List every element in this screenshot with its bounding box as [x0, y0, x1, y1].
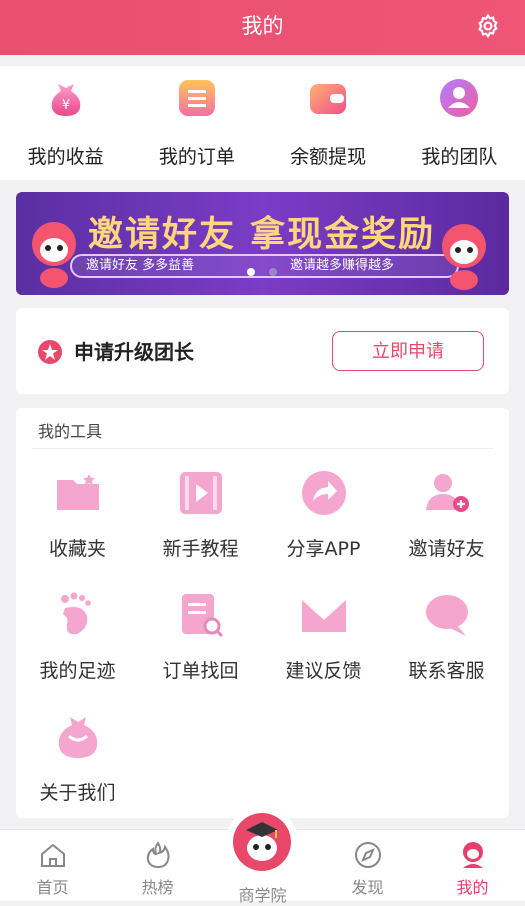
upgrade-text: 申请升级团长	[74, 340, 194, 364]
tab-discover[interactable]: 发现	[315, 840, 420, 898]
money-bag-icon: ¥	[51, 84, 80, 116]
chat-icon	[425, 595, 468, 636]
apply-now-button[interactable]: 立即申请	[332, 331, 484, 371]
tab-home-label: 首页	[36, 878, 69, 897]
tool-share-label: 分享APP	[286, 538, 361, 560]
carousel-dot[interactable]	[269, 268, 277, 276]
svg-text:¥: ¥	[61, 98, 69, 113]
my-orders-item[interactable]: 我的订单	[131, 66, 262, 180]
top-bar: 我的	[0, 0, 525, 55]
footprint-icon	[60, 592, 91, 635]
invite-user-icon	[425, 474, 469, 512]
my-earnings-item[interactable]: ¥ 我的收益	[0, 66, 131, 180]
star-badge-icon	[38, 340, 62, 364]
banner-sub-left: 邀请好友 多多益善	[86, 258, 195, 273]
settings-gear-icon[interactable]	[475, 13, 501, 39]
compass-icon	[354, 842, 381, 868]
tab-academy-label: 商学院	[238, 886, 287, 905]
tab-academy[interactable]: 商学院	[210, 882, 315, 906]
profile-icon	[462, 842, 483, 868]
tool-order-recovery[interactable]: 订单找回	[139, 590, 262, 683]
tool-tutorial-label: 新手教程	[162, 538, 239, 560]
mascot-left-icon	[32, 222, 76, 288]
tab-hot-label: 热榜	[141, 878, 174, 897]
tool-about-us[interactable]: 关于我们	[16, 712, 139, 805]
tool-footprint[interactable]: 我的足迹	[16, 590, 139, 683]
my-tools-panel: 我的工具 收藏夹 新手教程 分享APP 邀请好友 我的足迹 订单找回 建议反馈 …	[16, 408, 509, 818]
tool-footprint-label: 我的足迹	[39, 660, 116, 682]
share-icon	[301, 471, 346, 515]
video-tutorial-icon	[179, 472, 222, 514]
quick-actions: ¥ 我的收益 我的订单 余额提现 我的团队	[0, 66, 525, 180]
tab-home[interactable]: 首页	[0, 840, 105, 898]
flame-icon	[146, 841, 170, 869]
about-bag-icon	[58, 717, 97, 758]
order-list-icon	[178, 80, 215, 116]
tool-favorites[interactable]: 收藏夹	[16, 468, 139, 561]
my-team-label: 我的团队	[421, 146, 498, 168]
upgrade-card: 申请升级团长 立即申请	[16, 308, 509, 394]
graduation-mascot-icon	[233, 813, 291, 871]
wallet-icon	[310, 84, 347, 114]
home-icon	[40, 843, 65, 867]
academy-center-button[interactable]	[226, 806, 298, 878]
carousel-dot-active[interactable]	[247, 268, 255, 276]
banner-subtitle: 邀请好友 多多益善 邀请越多赚得越多	[70, 254, 459, 278]
tool-feedback[interactable]: 建议反馈	[262, 590, 385, 683]
tool-invite[interactable]: 邀请好友	[385, 468, 508, 561]
tool-order-recovery-label: 订单找回	[162, 660, 239, 682]
withdraw-label: 余额提现	[290, 146, 367, 168]
my-orders-label: 我的订单	[158, 146, 235, 168]
tab-mine-label: 我的	[456, 878, 489, 897]
invite-banner[interactable]: 邀请好友 拿现金奖励 邀请好友 多多益善 邀请越多赚得越多	[16, 192, 509, 295]
mascot-right-icon	[442, 224, 486, 290]
feedback-icon	[301, 600, 346, 632]
tool-customer-service-label: 联系客服	[408, 660, 485, 682]
tool-customer-service[interactable]: 联系客服	[385, 590, 508, 683]
order-search-icon	[181, 594, 223, 638]
my-earnings-label: 我的收益	[27, 146, 104, 168]
folder-icon	[56, 474, 99, 510]
page-title: 我的	[241, 14, 284, 38]
withdraw-item[interactable]: 余额提现	[263, 66, 394, 180]
team-icon	[440, 79, 479, 117]
tool-feedback-label: 建议反馈	[285, 660, 362, 682]
tool-favorites-label: 收藏夹	[48, 538, 106, 560]
banner-sub-right: 邀请越多赚得越多	[290, 258, 395, 273]
tool-invite-label: 邀请好友	[408, 538, 485, 560]
tool-about-us-label: 关于我们	[39, 782, 116, 804]
tool-share[interactable]: 分享APP	[262, 468, 385, 561]
tools-title: 我的工具	[38, 422, 103, 441]
banner-title: 邀请好友 拿现金奖励	[88, 215, 436, 255]
tab-hot[interactable]: 热榜	[105, 840, 210, 898]
tab-mine[interactable]: 我的	[420, 840, 525, 898]
my-team-item[interactable]: 我的团队	[394, 66, 525, 180]
divider	[32, 448, 493, 449]
tool-tutorial[interactable]: 新手教程	[139, 468, 262, 561]
tab-discover-label: 发现	[351, 878, 384, 897]
